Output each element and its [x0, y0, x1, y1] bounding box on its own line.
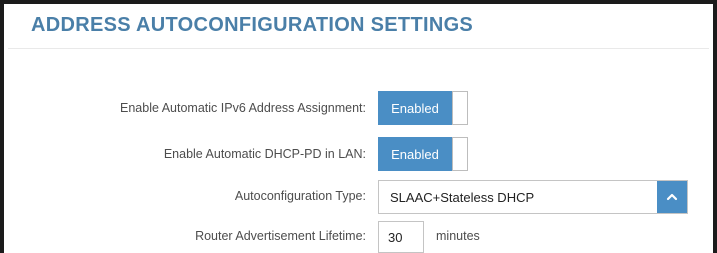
toggle-knob: [452, 91, 468, 125]
chevron-up-icon: [666, 193, 678, 201]
toggle-knob: [452, 137, 468, 171]
ipv6-assignment-toggle[interactable]: Enabled: [378, 91, 468, 125]
section-title: ADDRESS AUTOCONFIGURATION SETTINGS: [31, 14, 474, 36]
dhcp-pd-toggle[interactable]: Enabled: [378, 137, 468, 171]
autoconfig-type-value: SLAAC+Stateless DHCP: [390, 190, 535, 205]
title-divider: [8, 48, 709, 49]
ra-lifetime-unit: minutes: [436, 229, 480, 243]
ra-lifetime-input[interactable]: [378, 221, 424, 253]
autoconfig-type-select[interactable]: SLAAC+Stateless DHCP: [378, 180, 688, 214]
dhcp-pd-toggle-state: Enabled: [378, 137, 452, 171]
ipv6-assignment-toggle-state: Enabled: [378, 91, 452, 125]
settings-panel: ADDRESS AUTOCONFIGURATION SETTINGS Enabl…: [0, 0, 717, 253]
ra-lifetime-label: Router Advertisement Lifetime:: [195, 229, 366, 243]
autoconfig-type-label: Autoconfiguration Type:: [234, 189, 366, 203]
ipv6-assignment-label: Enable Automatic IPv6 Address Assignment…: [120, 101, 366, 115]
dhcp-pd-label: Enable Automatic DHCP-PD in LAN:: [163, 147, 366, 161]
dropdown-toggle-button[interactable]: [657, 181, 687, 213]
